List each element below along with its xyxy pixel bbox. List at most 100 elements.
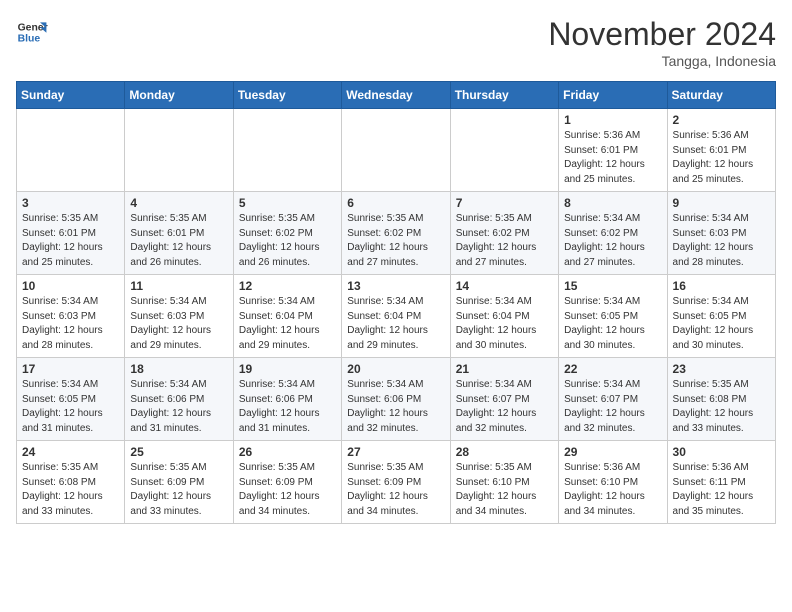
calendar-week-5: 24Sunrise: 5:35 AM Sunset: 6:08 PM Dayli… [17,441,776,524]
calendar-cell [125,109,233,192]
logo: General Blue [16,16,48,48]
calendar-cell: 25 Sunrise: 5:35 AM Sunset: 6:09 PM Dayli… [125,441,233,524]
day-info: Sunrise: 5:34 AM Sunset: 6:05 PM Dayligh… [673,295,770,353]
day-number: 28 [456,445,553,459]
day-info: Sunrise: 5:36 AM Sunset: 6:01 PM Dayligh… [673,129,770,187]
day-info: Sunrise: 5:34 AM Sunset: 6:06 PM Dayligh… [347,378,444,436]
calendar-week-4: 17Sunrise: 5:34 AM Sunset: 6:05 PM Dayli… [17,358,776,441]
day-info: Sunrise: 5:34 AM Sunset: 6:05 PM Dayligh… [564,295,661,353]
calendar-cell: 11 Sunrise: 5:34 AM Sunset: 6:03 PM Dayli… [125,275,233,358]
day-info: Sunrise: 5:35 AM Sunset: 6:02 PM Dayligh… [239,212,336,270]
day-info: Sunrise: 5:34 AM Sunset: 6:06 PM Dayligh… [130,378,227,436]
day-number: 26 [239,445,336,459]
day-number: 22 [564,362,661,376]
calendar-week-3: 10Sunrise: 5:34 AM Sunset: 6:03 PM Dayli… [17,275,776,358]
day-info: Sunrise: 5:34 AM Sunset: 6:02 PM Dayligh… [564,212,661,270]
day-info: Sunrise: 5:34 AM Sunset: 6:04 PM Dayligh… [347,295,444,353]
calendar-cell: 3 Sunrise: 5:35 AM Sunset: 6:01 PM Daylig… [17,192,125,275]
day-info: Sunrise: 5:35 AM Sunset: 6:09 PM Dayligh… [130,461,227,519]
day-info: Sunrise: 5:35 AM Sunset: 6:09 PM Dayligh… [347,461,444,519]
day-info: Sunrise: 5:34 AM Sunset: 6:05 PM Dayligh… [22,378,119,436]
calendar-cell: 9 Sunrise: 5:34 AM Sunset: 6:03 PM Daylig… [667,192,775,275]
day-info: Sunrise: 5:35 AM Sunset: 6:10 PM Dayligh… [456,461,553,519]
calendar-cell: 24Sunrise: 5:35 AM Sunset: 6:08 PM Dayli… [17,441,125,524]
day-info: Sunrise: 5:35 AM Sunset: 6:08 PM Dayligh… [22,461,119,519]
calendar-cell: 10Sunrise: 5:34 AM Sunset: 6:03 PM Dayli… [17,275,125,358]
day-info: Sunrise: 5:36 AM Sunset: 6:11 PM Dayligh… [673,461,770,519]
day-number: 9 [673,196,770,210]
day-number: 29 [564,445,661,459]
calendar-cell [450,109,558,192]
calendar-cell: 18 Sunrise: 5:34 AM Sunset: 6:06 PM Dayli… [125,358,233,441]
calendar-week-1: 1 Sunrise: 5:36 AM Sunset: 6:01 PM Daylig… [17,109,776,192]
day-number: 7 [456,196,553,210]
calendar-cell: 29 Sunrise: 5:36 AM Sunset: 6:10 PM Dayli… [559,441,667,524]
day-number: 3 [22,196,119,210]
day-info: Sunrise: 5:34 AM Sunset: 6:03 PM Dayligh… [22,295,119,353]
month-title: November 2024 [548,16,776,53]
location-subtitle: Tangga, Indonesia [548,53,776,69]
calendar-week-2: 3 Sunrise: 5:35 AM Sunset: 6:01 PM Daylig… [17,192,776,275]
calendar-cell: 16 Sunrise: 5:34 AM Sunset: 6:05 PM Dayli… [667,275,775,358]
calendar-cell: 4 Sunrise: 5:35 AM Sunset: 6:01 PM Daylig… [125,192,233,275]
day-number: 25 [130,445,227,459]
col-header-wednesday: Wednesday [342,82,450,109]
calendar-cell: 5 Sunrise: 5:35 AM Sunset: 6:02 PM Daylig… [233,192,341,275]
day-number: 19 [239,362,336,376]
calendar-cell [17,109,125,192]
day-info: Sunrise: 5:35 AM Sunset: 6:08 PM Dayligh… [673,378,770,436]
col-header-friday: Friday [559,82,667,109]
col-header-monday: Monday [125,82,233,109]
day-info: Sunrise: 5:34 AM Sunset: 6:03 PM Dayligh… [130,295,227,353]
calendar-cell: 28 Sunrise: 5:35 AM Sunset: 6:10 PM Dayli… [450,441,558,524]
day-number: 13 [347,279,444,293]
calendar-cell: 13 Sunrise: 5:34 AM Sunset: 6:04 PM Dayli… [342,275,450,358]
day-info: Sunrise: 5:35 AM Sunset: 6:02 PM Dayligh… [456,212,553,270]
title-block: November 2024 Tangga, Indonesia [548,16,776,69]
page-header: General Blue November 2024 Tangga, Indon… [16,16,776,69]
col-header-thursday: Thursday [450,82,558,109]
day-number: 4 [130,196,227,210]
calendar-cell: 17Sunrise: 5:34 AM Sunset: 6:05 PM Dayli… [17,358,125,441]
calendar-table: SundayMondayTuesdayWednesdayThursdayFrid… [16,81,776,524]
logo-icon: General Blue [16,16,48,48]
calendar-cell: 23 Sunrise: 5:35 AM Sunset: 6:08 PM Dayli… [667,358,775,441]
day-info: Sunrise: 5:36 AM Sunset: 6:10 PM Dayligh… [564,461,661,519]
calendar-cell: 15 Sunrise: 5:34 AM Sunset: 6:05 PM Dayli… [559,275,667,358]
day-number: 2 [673,113,770,127]
calendar-cell: 26 Sunrise: 5:35 AM Sunset: 6:09 PM Dayli… [233,441,341,524]
calendar-cell: 2 Sunrise: 5:36 AM Sunset: 6:01 PM Daylig… [667,109,775,192]
calendar-cell: 6 Sunrise: 5:35 AM Sunset: 6:02 PM Daylig… [342,192,450,275]
day-info: Sunrise: 5:35 AM Sunset: 6:01 PM Dayligh… [22,212,119,270]
day-number: 1 [564,113,661,127]
day-number: 15 [564,279,661,293]
day-info: Sunrise: 5:34 AM Sunset: 6:04 PM Dayligh… [456,295,553,353]
day-info: Sunrise: 5:35 AM Sunset: 6:01 PM Dayligh… [130,212,227,270]
col-header-tuesday: Tuesday [233,82,341,109]
col-header-sunday: Sunday [17,82,125,109]
day-number: 5 [239,196,336,210]
calendar-cell: 21Sunrise: 5:34 AM Sunset: 6:07 PM Dayli… [450,358,558,441]
calendar-cell: 20 Sunrise: 5:34 AM Sunset: 6:06 PM Dayli… [342,358,450,441]
day-info: Sunrise: 5:35 AM Sunset: 6:02 PM Dayligh… [347,212,444,270]
day-info: Sunrise: 5:34 AM Sunset: 6:03 PM Dayligh… [673,212,770,270]
calendar-cell: 22 Sunrise: 5:34 AM Sunset: 6:07 PM Dayli… [559,358,667,441]
day-number: 14 [456,279,553,293]
day-number: 23 [673,362,770,376]
day-number: 20 [347,362,444,376]
calendar-cell: 8 Sunrise: 5:34 AM Sunset: 6:02 PM Daylig… [559,192,667,275]
day-number: 8 [564,196,661,210]
day-number: 11 [130,279,227,293]
svg-text:Blue: Blue [18,34,41,45]
day-info: Sunrise: 5:35 AM Sunset: 6:09 PM Dayligh… [239,461,336,519]
day-info: Sunrise: 5:34 AM Sunset: 6:04 PM Dayligh… [239,295,336,353]
calendar-cell [233,109,341,192]
day-number: 18 [130,362,227,376]
day-number: 16 [673,279,770,293]
day-info: Sunrise: 5:34 AM Sunset: 6:07 PM Dayligh… [456,378,553,436]
day-info: Sunrise: 5:36 AM Sunset: 6:01 PM Dayligh… [564,129,661,187]
calendar-cell: 12Sunrise: 5:34 AM Sunset: 6:04 PM Dayli… [233,275,341,358]
day-number: 6 [347,196,444,210]
calendar-cell: 1 Sunrise: 5:36 AM Sunset: 6:01 PM Daylig… [559,109,667,192]
day-info: Sunrise: 5:34 AM Sunset: 6:07 PM Dayligh… [564,378,661,436]
